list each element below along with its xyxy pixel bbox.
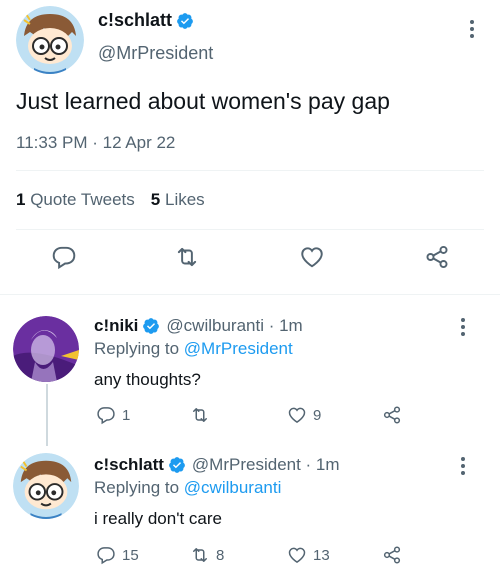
share-icon [383, 406, 401, 424]
reply-display-name[interactable]: c!schlatt [94, 455, 164, 475]
share-action[interactable] [382, 405, 402, 425]
replying-to-link[interactable]: @cwilburanti [184, 478, 282, 497]
share-icon[interactable] [424, 244, 450, 270]
quote-tweets-label: Quote Tweets [30, 190, 135, 209]
retweet-icon[interactable] [174, 244, 200, 270]
reply-icon[interactable] [51, 244, 77, 270]
like-icon[interactable] [299, 244, 325, 270]
reply-name-line: c!schlatt @MrPresident · 1m [94, 455, 340, 475]
verified-badge-icon [142, 317, 160, 335]
reply-count: 15 [122, 546, 139, 564]
reply-action[interactable]: 1 [96, 405, 130, 425]
like-count: 13 [313, 546, 330, 564]
author-handle[interactable]: @MrPresident [98, 43, 213, 64]
replying-to-prefix: Replying to [94, 478, 180, 497]
divider [16, 229, 484, 230]
like-action[interactable]: 9 [287, 405, 321, 425]
quote-tweets-stat[interactable]: 1 Quote Tweets [16, 190, 135, 210]
tweet-stats: 1 Quote Tweets 5 Likes [16, 190, 205, 210]
thread-connector-line [46, 384, 48, 446]
like-action[interactable]: 13 [287, 545, 330, 565]
retweet-action[interactable]: 8 [190, 545, 224, 565]
more-icon[interactable] [453, 314, 473, 340]
like-count: 9 [313, 406, 322, 424]
likes-count: 5 [150, 190, 161, 209]
author-name-line: c!schlatt [98, 10, 194, 31]
replying-to-line: Replying to @MrPresident [94, 339, 293, 359]
reply-text: any thoughts? [94, 370, 201, 389]
divider [0, 294, 500, 295]
tweet-timestamp[interactable]: 11:33 PM · 12 Apr 22 [16, 133, 175, 153]
retweet-action[interactable] [190, 405, 216, 425]
reply-name-line: c!niki @cwilburanti · 1m [94, 316, 303, 336]
reply-text: i really don't care [94, 509, 222, 528]
quote-tweets-count: 1 [16, 190, 26, 209]
reply-handle-time[interactable]: @cwilburanti · 1m [166, 316, 302, 336]
retweet-icon [193, 408, 207, 422]
verified-badge-icon [168, 456, 186, 474]
share-action[interactable] [382, 545, 402, 565]
likes-stat[interactable]: 5 Likes [151, 190, 205, 210]
reply-handle-time[interactable]: @MrPresident · 1m [192, 455, 340, 475]
replying-to-link[interactable]: @MrPresident [184, 339, 293, 358]
tweet-action-bar [0, 244, 500, 280]
more-icon[interactable] [462, 16, 482, 42]
replying-to-prefix: Replying to [94, 339, 180, 358]
more-icon[interactable] [453, 453, 473, 479]
reply-icon [97, 407, 115, 425]
schlatt-avatar[interactable] [16, 6, 84, 74]
author-display-name[interactable]: c!schlatt [98, 10, 172, 31]
reply-action[interactable]: 15 [96, 545, 139, 565]
replying-to-line: Replying to @cwilburanti [94, 478, 281, 498]
share-icon [383, 546, 401, 564]
reply-icon [97, 547, 115, 565]
verified-badge-icon [176, 12, 194, 30]
niki-avatar[interactable] [13, 316, 79, 382]
divider [16, 170, 484, 171]
retweet-icon [193, 548, 207, 562]
retweet-count: 8 [216, 546, 225, 564]
like-icon [288, 407, 306, 423]
reply-count: 1 [122, 406, 131, 424]
like-icon [288, 547, 306, 563]
likes-label: Likes [165, 190, 205, 209]
tweet-text: Just learned about women's pay gap [16, 88, 390, 114]
schlatt-avatar[interactable] [13, 453, 79, 519]
reply-display-name[interactable]: c!niki [94, 316, 138, 336]
